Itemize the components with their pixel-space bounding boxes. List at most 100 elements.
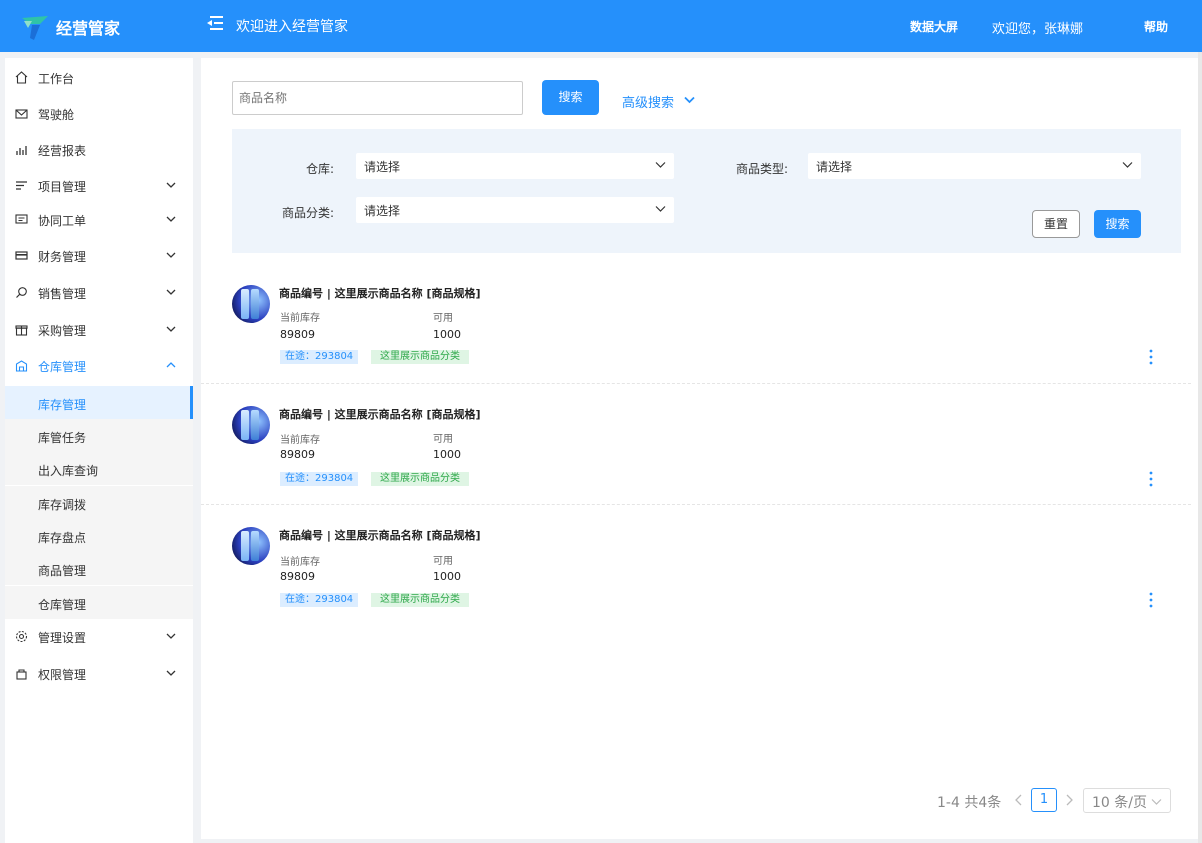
warehouse-label: 仓库: bbox=[306, 162, 335, 176]
available-value: 1000 bbox=[433, 448, 461, 461]
sidebar-item-warehouse[interactable]: 仓库管理 bbox=[5, 348, 193, 382]
chevron-right-icon[interactable] bbox=[1064, 794, 1074, 806]
advanced-filter-panel: 仓库: 请选择 商品类型: 请选择 商品分类: 请选择 重置 搜索 bbox=[232, 129, 1181, 253]
sidebar-item-label: 财务管理 bbox=[38, 250, 87, 264]
chevron-down-icon bbox=[1151, 799, 1162, 805]
message-icon bbox=[15, 214, 28, 224]
sidebar-item-workbench[interactable]: 工作台 bbox=[5, 60, 193, 94]
scrollbar[interactable] bbox=[1198, 52, 1202, 843]
sidebar-subitem-label: 库管任务 bbox=[38, 431, 87, 445]
sidebar-item-label: 权限管理 bbox=[38, 668, 87, 682]
stock-value: 89809 bbox=[280, 328, 315, 341]
sidebar-subitem-inout-query[interactable]: 出入库查询 bbox=[5, 452, 193, 485]
stock-label: 当前库存 bbox=[280, 313, 320, 324]
sidebar-subitem-products[interactable]: 商品管理 bbox=[5, 552, 193, 585]
available-value: 1000 bbox=[433, 328, 461, 341]
help-link[interactable]: 帮助 bbox=[1144, 18, 1168, 35]
sidebar-item-settings[interactable]: 管理设置 bbox=[5, 619, 193, 653]
chevron-down-icon bbox=[1122, 162, 1133, 168]
sidebar-item-cockpit[interactable]: 驾驶舱 bbox=[5, 96, 193, 130]
sidebar-item-purchase[interactable]: 采购管理 bbox=[5, 312, 193, 346]
available-value: 1000 bbox=[433, 570, 461, 583]
chevron-down-icon bbox=[166, 633, 176, 639]
product-name-search-input[interactable] bbox=[232, 81, 523, 115]
chevron-left-icon[interactable] bbox=[1014, 794, 1024, 806]
product-category-label: 商品分类: bbox=[282, 206, 335, 220]
chevron-down-icon bbox=[166, 289, 176, 295]
sidebar-subitem-warehouses[interactable]: 仓库管理 bbox=[5, 586, 193, 619]
report-icon bbox=[16, 146, 27, 155]
product-type-label: 商品类型: bbox=[736, 162, 789, 176]
search-icon bbox=[16, 287, 27, 298]
product-title: 商品编号 | 这里展示商品名称 [商品规格] bbox=[279, 408, 481, 421]
lock-icon bbox=[16, 669, 27, 680]
sidebar-subitem-label: 库存调拨 bbox=[38, 498, 87, 512]
chevron-down-icon bbox=[166, 182, 176, 188]
sidebar-subitem-inventory[interactable]: 库存管理 bbox=[5, 386, 193, 419]
welcome-text: 欢迎进入经营管家 bbox=[236, 19, 348, 35]
reset-button[interactable]: 重置 bbox=[1032, 210, 1080, 238]
sidebar-item-permissions[interactable]: 权限管理 bbox=[5, 656, 193, 690]
sidebar-item-sales[interactable]: 销售管理 bbox=[5, 275, 193, 309]
sidebar-item-label: 驾驶舱 bbox=[38, 108, 75, 122]
chevron-down-icon bbox=[655, 206, 666, 212]
main-content: 搜索 高级搜索 仓库: 请选择 商品类型: 请选择 商品分类: 请选择 重置 搜… bbox=[201, 58, 1198, 839]
pagination-total: 1-4 共4条 bbox=[937, 795, 1002, 811]
sidebar-item-label: 协同工单 bbox=[38, 214, 87, 228]
chevron-down-icon bbox=[166, 670, 176, 676]
warehouse-select[interactable]: 请选择 bbox=[356, 153, 674, 179]
more-vertical-icon[interactable] bbox=[1145, 591, 1157, 609]
sidebar: 工作台 驾驶舱 经营报表 项目管理 协同工单 财务管理 销售管理 采购管理 仓库… bbox=[5, 58, 193, 843]
sidebar-subitem-label: 商品管理 bbox=[38, 564, 87, 578]
menu-fold-icon[interactable] bbox=[206, 14, 224, 32]
product-type-select[interactable]: 请选择 bbox=[808, 153, 1141, 179]
mail-icon bbox=[15, 109, 28, 119]
product-type-select-value: 请选择 bbox=[816, 160, 853, 174]
pagination-page-current[interactable]: 1 bbox=[1031, 788, 1057, 812]
sidebar-subitem-stocktake[interactable]: 库存盘点 bbox=[5, 519, 193, 552]
more-vertical-icon[interactable] bbox=[1145, 470, 1157, 488]
advanced-search-link[interactable]: 高级搜索 bbox=[622, 92, 674, 111]
more-vertical-icon[interactable] bbox=[1145, 348, 1157, 366]
sidebar-subitem-label: 仓库管理 bbox=[38, 598, 87, 612]
page-size-select[interactable]: 10 条/页 bbox=[1083, 788, 1171, 813]
sidebar-item-reports[interactable]: 经营报表 bbox=[5, 132, 193, 166]
category-tag: 这里展示商品分类 bbox=[371, 593, 469, 607]
stock-value: 89809 bbox=[280, 448, 315, 461]
top-header: 经营管家 欢迎进入经营管家 数据大屏 欢迎您，张琳娜 帮助 bbox=[0, 0, 1202, 52]
sidebar-subitem-tasks[interactable]: 库管任务 bbox=[5, 419, 193, 452]
product-category-select[interactable]: 请选择 bbox=[356, 197, 674, 223]
sidebar-item-label: 仓库管理 bbox=[38, 360, 87, 374]
sidebar-item-label: 项目管理 bbox=[38, 180, 87, 194]
sidebar-item-label: 采购管理 bbox=[38, 324, 87, 338]
user-greeting[interactable]: 欢迎您，张琳娜 bbox=[992, 18, 1083, 37]
in-transit-tag: 在途：293804 bbox=[280, 472, 359, 486]
page-size-value: 10 条/页 bbox=[1092, 795, 1147, 811]
product-category-select-value: 请选择 bbox=[364, 204, 401, 218]
sidebar-item-projects[interactable]: 项目管理 bbox=[5, 168, 193, 202]
available-label: 可用 bbox=[433, 556, 453, 567]
sidebar-subitem-label: 库存盘点 bbox=[38, 531, 87, 545]
sidebar-item-workorders[interactable]: 协同工单 bbox=[5, 202, 193, 236]
sidebar-item-label: 经营报表 bbox=[38, 144, 87, 158]
sidebar-item-label: 管理设置 bbox=[38, 631, 87, 645]
filter-search-button[interactable]: 搜索 bbox=[1094, 210, 1141, 238]
sidebar-subitem-label: 库存管理 bbox=[38, 398, 87, 412]
app-logo bbox=[22, 16, 48, 40]
sidebar-item-finance[interactable]: 财务管理 bbox=[5, 238, 193, 272]
sidebar-subitem-transfer[interactable]: 库存调拨 bbox=[5, 486, 193, 519]
search-button[interactable]: 搜索 bbox=[542, 80, 599, 115]
product-title: 商品编号 | 这里展示商品名称 [商品规格] bbox=[279, 529, 481, 542]
product-thumbnail bbox=[232, 285, 270, 323]
card-icon bbox=[15, 251, 28, 260]
data-screen-link[interactable]: 数据大屏 bbox=[910, 18, 958, 35]
product-list-item[interactable]: 商品编号 | 这里展示商品名称 [商品规格] 当前库存 89809 可用 100… bbox=[201, 263, 1191, 384]
chevron-down-icon bbox=[166, 252, 176, 258]
gift-icon bbox=[15, 325, 28, 336]
sidebar-item-label: 销售管理 bbox=[38, 287, 87, 301]
product-list-item[interactable]: 商品编号 | 这里展示商品名称 [商品规格] 当前库存 89809 可用 100… bbox=[201, 505, 1191, 626]
chevron-down-icon[interactable] bbox=[684, 96, 695, 104]
available-label: 可用 bbox=[433, 313, 453, 324]
product-thumbnail bbox=[232, 527, 270, 565]
product-list-item[interactable]: 商品编号 | 这里展示商品名称 [商品规格] 当前库存 89809 可用 100… bbox=[201, 384, 1191, 505]
